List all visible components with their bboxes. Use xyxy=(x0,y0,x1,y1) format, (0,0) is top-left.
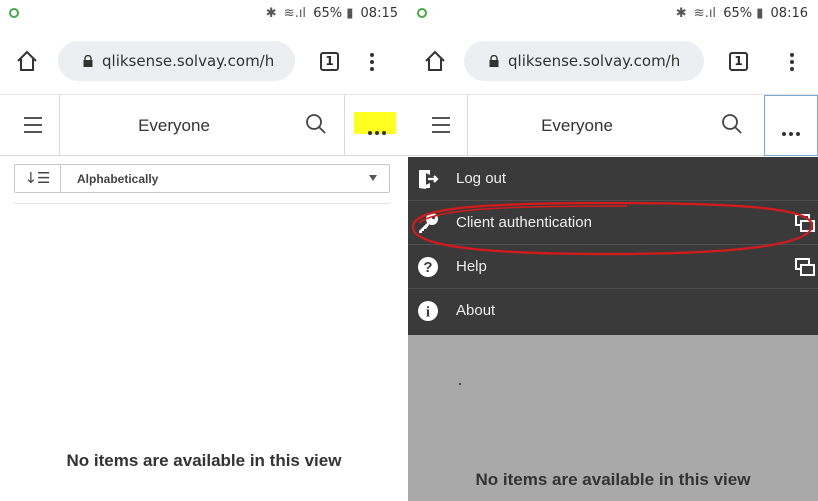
svg-text:?: ? xyxy=(423,259,432,276)
more-dots-icon xyxy=(765,123,817,141)
menu-item-log-out[interactable]: Log out xyxy=(408,157,818,201)
empty-state-message: No items are available in this view xyxy=(66,451,342,470)
clock: 08:15 xyxy=(360,6,398,21)
browser-menu-icon[interactable] xyxy=(369,53,375,71)
hamburger-menu-icon[interactable] xyxy=(0,95,60,156)
divider xyxy=(14,203,390,204)
page-title: Everyone xyxy=(541,116,613,135)
status-bar: ✱ ≋.ıl 65% ▮ 08:16 xyxy=(408,0,818,30)
more-options-menu: Log out Client authentication ? Help i A… xyxy=(408,157,818,335)
app-header: Everyone xyxy=(0,94,408,156)
menu-item-label: Client authentication xyxy=(456,214,592,231)
wifi-signal-icon: ≋.ıl xyxy=(283,6,307,21)
menu-item-client-authentication[interactable]: Client authentication xyxy=(408,201,818,245)
battery-percent: 65% xyxy=(723,6,753,21)
app-header: Everyone xyxy=(408,94,818,156)
browser-menu-icon[interactable] xyxy=(789,53,795,71)
menu-item-help[interactable]: ? Help xyxy=(408,245,818,289)
help-icon: ? xyxy=(418,257,438,277)
sort-order-icon[interactable]: ↓☰ xyxy=(15,165,61,192)
right-screen: ✱ ≋.ıl 65% ▮ 08:16 qliksense.solvay.com/… xyxy=(408,0,818,501)
browser-toolbar: qliksense.solvay.com/h 1 xyxy=(0,33,408,89)
search-icon[interactable] xyxy=(304,112,328,136)
status-bar: ✱ ≋.ıl 65% ▮ 08:15 xyxy=(0,0,408,30)
battery-icon: ▮ xyxy=(756,6,764,21)
key-icon xyxy=(419,213,438,233)
more-options-button[interactable] xyxy=(764,95,818,156)
svg-text:i: i xyxy=(426,305,430,321)
tab-switcher-button[interactable]: 1 xyxy=(320,52,339,71)
url-text: qliksense.solvay.com/h xyxy=(508,52,681,70)
address-bar[interactable]: qliksense.solvay.com/h xyxy=(464,41,704,81)
chevron-down-icon xyxy=(369,175,377,181)
home-icon[interactable] xyxy=(15,49,39,73)
notification-dot-icon xyxy=(9,8,19,18)
hamburger-menu-icon[interactable] xyxy=(408,95,468,156)
wifi-signal-icon: ≋.ıl xyxy=(693,6,717,21)
notification-dot-icon xyxy=(417,8,427,18)
url-text: qliksense.solvay.com/h xyxy=(102,52,275,70)
browser-toolbar: qliksense.solvay.com/h 1 xyxy=(408,33,818,89)
more-dots-icon xyxy=(345,122,408,140)
sort-selected-value: Alphabetically xyxy=(77,172,159,186)
lock-icon xyxy=(83,55,93,67)
home-icon[interactable] xyxy=(423,49,447,73)
address-bar[interactable]: qliksense.solvay.com/h xyxy=(58,41,295,81)
info-icon: i xyxy=(418,301,438,321)
menu-item-label: Log out xyxy=(456,170,507,187)
battery-icon: ▮ xyxy=(346,6,354,21)
external-window-icon xyxy=(795,258,815,276)
search-icon[interactable] xyxy=(720,112,744,136)
page-title: Everyone xyxy=(138,116,210,135)
sort-dropdown[interactable]: ↓☰ Alphabetically xyxy=(14,164,390,193)
battery-percent: 65% xyxy=(313,6,343,21)
left-screen: ✱ ≋.ıl 65% ▮ 08:15 qliksense.solvay.com/… xyxy=(0,0,408,501)
bluetooth-icon: ✱ xyxy=(675,6,687,21)
menu-item-about[interactable]: i About xyxy=(408,289,818,333)
bluetooth-icon: ✱ xyxy=(265,6,277,21)
external-window-icon xyxy=(795,214,815,232)
empty-state-message: No items are available in this view xyxy=(475,470,751,489)
more-options-button[interactable] xyxy=(344,95,408,156)
menu-item-label: About xyxy=(456,302,496,319)
menu-item-label: Help xyxy=(456,258,487,275)
logout-icon xyxy=(419,170,439,189)
tab-switcher-button[interactable]: 1 xyxy=(729,52,748,71)
clock: 08:16 xyxy=(770,6,808,21)
lock-icon xyxy=(489,55,499,67)
